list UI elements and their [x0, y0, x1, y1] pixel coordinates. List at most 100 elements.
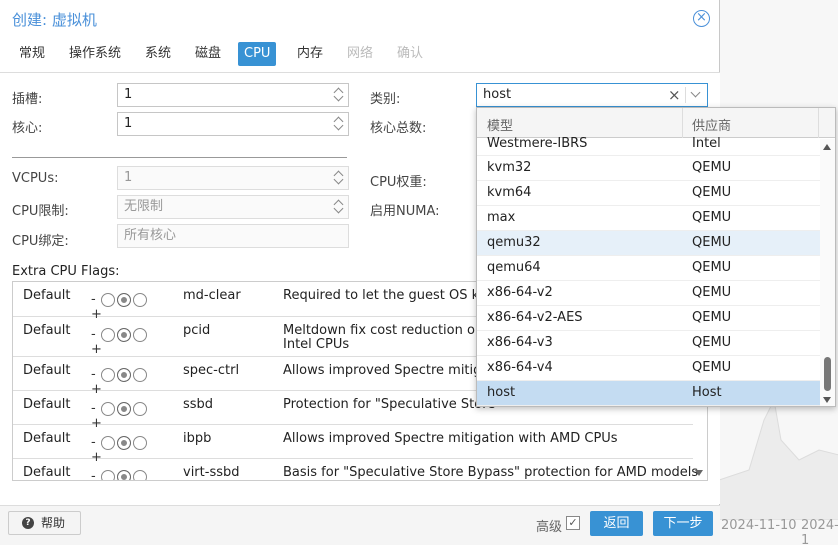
- radio-off[interactable]: [100, 367, 115, 382]
- model-name: qemu32: [487, 235, 541, 250]
- flag-toggle[interactable]: - +: [91, 367, 161, 397]
- total-cores-label: 核心总数:: [370, 121, 427, 136]
- radio-off[interactable]: [100, 401, 115, 416]
- radio-on[interactable]: [132, 367, 147, 382]
- vendor-name: QEMU: [692, 360, 732, 375]
- cpu-type-combobox[interactable]: host ×: [476, 83, 708, 107]
- clear-icon[interactable]: ×: [668, 84, 681, 106]
- spinner-icon[interactable]: [334, 116, 344, 132]
- vendor-name: Host: [692, 385, 722, 400]
- radio-on[interactable]: [132, 435, 147, 450]
- spinner-icon[interactable]: [334, 87, 344, 103]
- model-name: x86-64-v4: [487, 360, 553, 375]
- vcpus-field[interactable]: 1: [117, 166, 349, 190]
- help-button-label: 帮助: [41, 516, 66, 530]
- radio-off[interactable]: [100, 327, 115, 342]
- flag-toggle[interactable]: - +: [91, 435, 161, 465]
- radio-default[interactable]: [116, 292, 131, 307]
- help-button[interactable]: ? 帮助: [8, 511, 81, 535]
- list-item-selected[interactable]: host Host: [477, 381, 820, 406]
- table-row: Default - + ibpb Allows improved Spectre…: [13, 425, 693, 465]
- radio-off[interactable]: [100, 435, 115, 450]
- scroll-down-icon[interactable]: [695, 470, 703, 476]
- flag-description: Required to let the guest OS know: [283, 288, 506, 303]
- tab-cpu[interactable]: CPU: [238, 42, 277, 66]
- dialog-title: 创建: 虚拟机: [12, 11, 97, 29]
- type-label: 类别:: [370, 92, 401, 107]
- tab-system[interactable]: 系统: [139, 42, 177, 66]
- flag-toggle[interactable]: - +: [91, 292, 161, 322]
- flag-name: md-clear: [183, 288, 241, 303]
- close-icon[interactable]: ×: [693, 10, 710, 27]
- model-name: Westmere-IBRS: [487, 136, 588, 151]
- advanced-checkbox[interactable]: ✓: [566, 516, 580, 530]
- list-item[interactable]: x86-64-v3 QEMU: [477, 331, 820, 356]
- list-item[interactable]: kvm32 QEMU: [477, 156, 820, 181]
- cpu-affinity-field[interactable]: 所有核心: [117, 224, 349, 248]
- flag-description-line2: Intel CPUs: [283, 337, 350, 352]
- model-name: x86-64-v2: [487, 285, 553, 300]
- spinner-icon[interactable]: [334, 170, 344, 186]
- tab-confirm: 确认: [397, 46, 424, 61]
- radio-on[interactable]: [132, 401, 147, 416]
- model-name: kvm64: [487, 185, 532, 200]
- background-date-label: 2024-1: [801, 518, 838, 545]
- model-name: qemu64: [487, 260, 541, 275]
- cpu-limit-label: CPU限制:: [12, 204, 69, 219]
- radio-on[interactable]: [132, 469, 147, 480]
- list-item[interactable]: qemu64 QEMU: [477, 256, 820, 281]
- list-item[interactable]: x86-64-v4 QEMU: [477, 356, 820, 381]
- cores-label: 核心:: [12, 121, 43, 136]
- radio-default[interactable]: [116, 401, 131, 416]
- tab-os[interactable]: 操作系统: [63, 42, 127, 66]
- back-button[interactable]: 返回: [590, 511, 643, 536]
- vendor-name: Intel: [692, 136, 721, 151]
- vendor-name: QEMU: [692, 335, 732, 350]
- scroll-up-icon[interactable]: [823, 144, 831, 150]
- next-button[interactable]: 下一步: [653, 511, 713, 536]
- sockets-field[interactable]: 1: [117, 83, 349, 107]
- radio-default[interactable]: [116, 367, 131, 382]
- radio-default[interactable]: [116, 469, 131, 480]
- radio-on[interactable]: [132, 327, 147, 342]
- scroll-down-icon[interactable]: [823, 397, 831, 403]
- list-item[interactable]: x86-64-v2 QEMU: [477, 281, 820, 306]
- list-item[interactable]: Westmere-IBRS Intel: [477, 132, 820, 156]
- cpu-limit-value: 无限制: [124, 199, 164, 214]
- question-icon: ?: [22, 517, 34, 529]
- flag-name: spec-ctrl: [183, 363, 240, 378]
- flag-state: Default: [23, 431, 71, 446]
- radio-off[interactable]: [100, 292, 115, 307]
- radio-off[interactable]: [100, 469, 115, 480]
- tab-general[interactable]: 常规: [13, 42, 51, 66]
- list-item[interactable]: x86-64-v2-AES QEMU: [477, 306, 820, 331]
- list-item[interactable]: kvm64 QEMU: [477, 181, 820, 206]
- cpu-affinity-placeholder: 所有核心: [124, 228, 177, 243]
- sockets-value: 1: [124, 87, 133, 102]
- radio-default[interactable]: [116, 327, 131, 342]
- radio-on[interactable]: [132, 292, 147, 307]
- flag-toggle[interactable]: - +: [91, 469, 161, 480]
- section-divider: [12, 157, 347, 158]
- flag-toggle[interactable]: - +: [91, 327, 161, 357]
- scrollbar-thumb[interactable]: [824, 357, 831, 391]
- background-date-label: 2024-11-10: [721, 518, 797, 533]
- cores-field[interactable]: 1: [117, 112, 349, 136]
- vendor-name: QEMU: [692, 160, 732, 175]
- extra-flags-title: Extra CPU Flags:: [12, 264, 120, 279]
- flag-description: Allows improved Spectre mitigation with …: [283, 431, 618, 446]
- cores-value: 1: [124, 116, 133, 131]
- flag-description: Allows improved Spectre mitigatio: [283, 363, 507, 378]
- dropdown-scrollbar[interactable]: [820, 139, 835, 406]
- wizard-tabs: 常规 操作系统 系统 磁盘 CPU 内存 网络 确认: [0, 40, 720, 68]
- spinner-icon[interactable]: [334, 199, 344, 215]
- list-item[interactable]: qemu32 QEMU: [477, 231, 820, 256]
- vendor-name: QEMU: [692, 185, 732, 200]
- radio-default[interactable]: [116, 435, 131, 450]
- list-item[interactable]: max QEMU: [477, 206, 820, 231]
- chevron-down-icon[interactable]: [690, 87, 701, 98]
- tab-memory[interactable]: 内存: [291, 42, 329, 66]
- flag-toggle[interactable]: - +: [91, 401, 161, 431]
- cpu-limit-field[interactable]: 无限制: [117, 195, 349, 219]
- tab-disks[interactable]: 磁盘: [189, 42, 227, 66]
